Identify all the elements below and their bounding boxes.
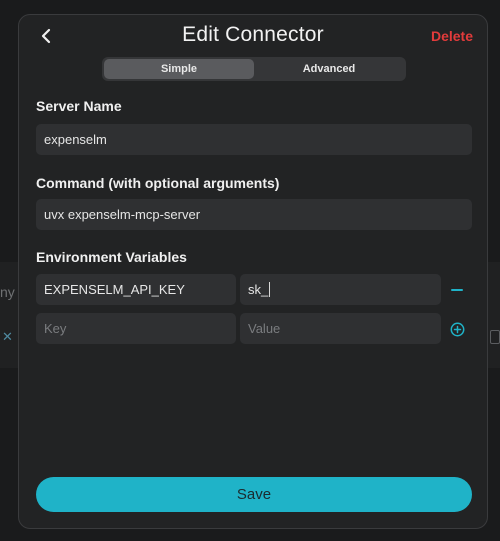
env-vars-label: Environment Variables	[36, 249, 187, 265]
tab-advanced[interactable]: Advanced	[254, 59, 404, 79]
background-trash-icon	[490, 330, 500, 344]
tab-simple[interactable]: Simple	[104, 59, 254, 79]
new-env-value-input[interactable]	[240, 313, 441, 344]
server-name-input[interactable]	[36, 124, 472, 155]
env-value-value: sk_	[248, 282, 269, 297]
back-button[interactable]	[35, 25, 57, 47]
mode-switcher: Simple Advanced	[102, 57, 406, 81]
env-value-input[interactable]: sk_	[240, 274, 441, 305]
background-text: ny	[0, 284, 15, 300]
command-label: Command (with optional arguments)	[36, 175, 280, 191]
add-env-button[interactable]	[449, 321, 465, 337]
text-cursor	[269, 282, 271, 297]
new-env-key-input[interactable]	[36, 313, 236, 344]
edit-connector-dialog: Edit Connector Delete Simple Advanced Se…	[18, 14, 488, 529]
background-close-icon: ✕	[2, 330, 13, 345]
env-key-input[interactable]: EXPENSELM_API_KEY	[36, 274, 236, 305]
remove-env-button[interactable]	[449, 282, 465, 298]
chevron-left-icon	[41, 28, 51, 44]
delete-button[interactable]: Delete	[431, 28, 473, 44]
plus-circle-icon	[450, 322, 464, 336]
command-input[interactable]	[36, 199, 472, 230]
minus-icon	[451, 289, 463, 291]
save-button[interactable]: Save	[36, 477, 472, 512]
server-name-label: Server Name	[36, 98, 122, 114]
env-key-value: EXPENSELM_API_KEY	[44, 282, 185, 297]
dialog-title: Edit Connector	[182, 23, 324, 46]
